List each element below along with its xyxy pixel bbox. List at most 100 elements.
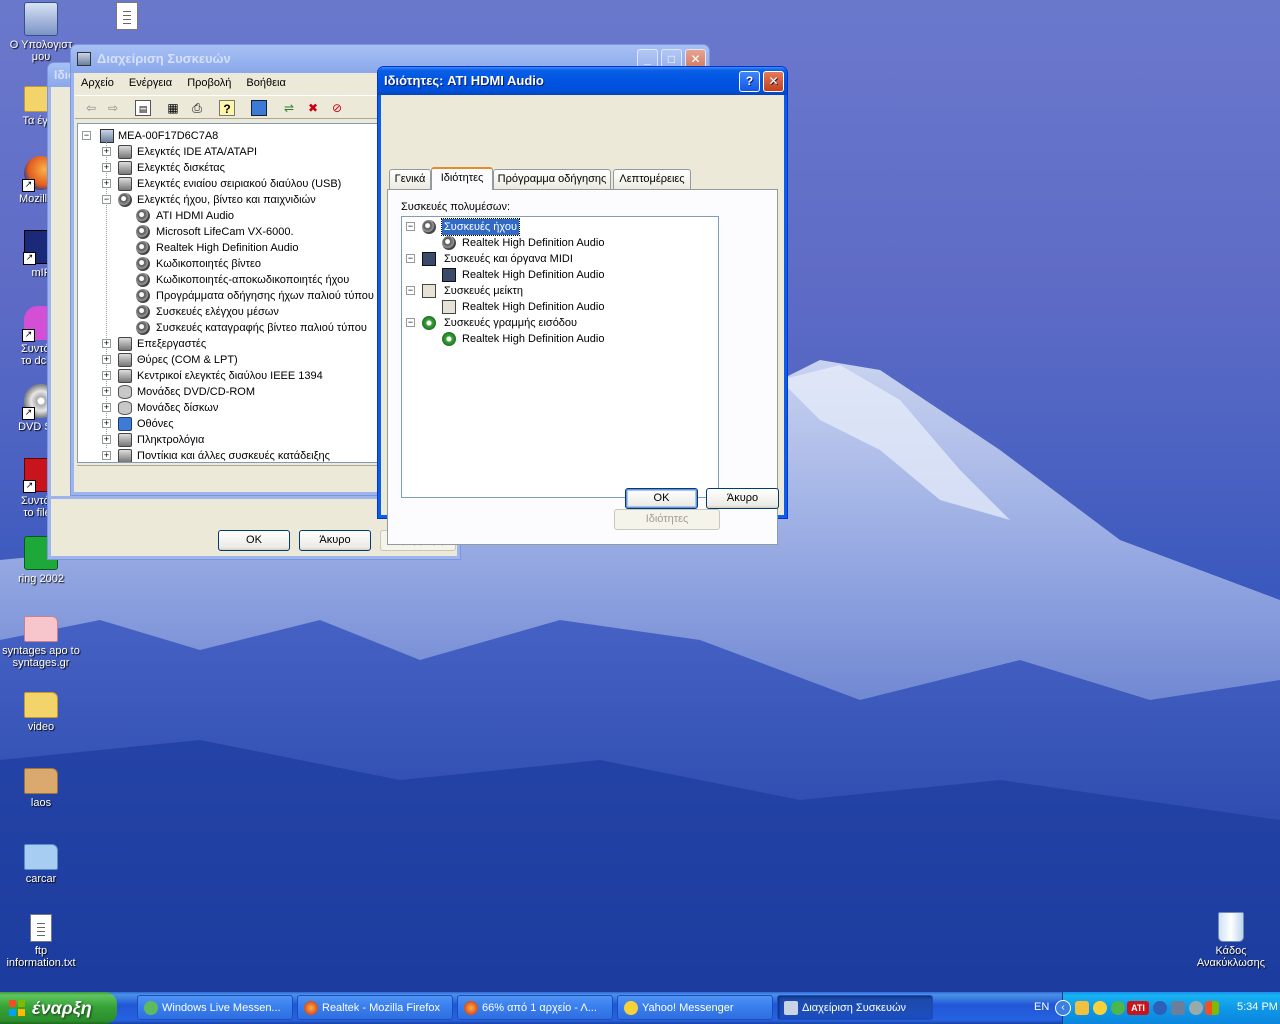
device-category-icon	[118, 161, 132, 175]
language-indicator[interactable]: EN	[1034, 1001, 1049, 1013]
sound-device-icon	[136, 321, 150, 335]
update-driver-icon[interactable]	[251, 100, 267, 116]
forward-arrow-icon[interactable]: ⇨	[105, 100, 121, 116]
task-device-manager[interactable]: Διαχείριση Συσκευών	[777, 995, 933, 1020]
tab-properties[interactable]: Ιδιότητες	[431, 167, 493, 190]
sound-device-icon	[136, 209, 150, 223]
print-icon[interactable]: ⎙	[189, 100, 205, 116]
task-firefox[interactable]: Realtek - Mozilla Firefox	[297, 995, 453, 1020]
help-button[interactable]: ?	[739, 71, 760, 92]
expand-icon[interactable]: +	[102, 435, 111, 444]
sound-device-icon	[136, 257, 150, 271]
device-tree[interactable]: − ΜΕΑ-00F17D6C7A8 + Ελεγκτές IDE ATA/ATAP…	[77, 123, 397, 463]
tree-category-label: Ελεγκτές ενιαίου σειριακού διαύλου (USB)	[137, 178, 342, 190]
collapse-icon[interactable]: −	[406, 254, 415, 263]
tab-driver[interactable]: Πρόγραμμα οδήγησης	[493, 169, 611, 189]
clock[interactable]: 5:34 PM	[1237, 1001, 1278, 1013]
ok-button[interactable]: OK	[625, 488, 698, 509]
desktop-icon-carcar[interactable]: carcar	[0, 840, 82, 885]
multimedia-devices-tree[interactable]: − Συσκευές ήχου Realtek High Definition Au…	[401, 216, 719, 498]
device-category-icon	[118, 177, 132, 191]
recycle-bin-icon	[1218, 912, 1244, 942]
properties-dialog[interactable]: Ιδιότητες: ATI HDMI Audio ? ✕ Γενικά Ιδι…	[377, 66, 788, 545]
show-hide-tree-icon[interactable]: ▤	[135, 100, 151, 116]
background-cancel-button[interactable]: Άκυρο	[299, 530, 371, 551]
expand-icon[interactable]: +	[102, 163, 111, 172]
task-label: Διαχείριση Συσκευών	[802, 1002, 907, 1014]
buddy-tray-icon[interactable]	[1111, 1001, 1125, 1015]
ati-tray-icon[interactable]: ATI	[1127, 1001, 1149, 1015]
device-properties-button: Ιδιότητες	[614, 509, 720, 530]
messenger-tray-icon[interactable]	[1093, 1001, 1107, 1015]
help-icon[interactable]: ?	[219, 100, 235, 116]
expand-icon[interactable]: +	[102, 451, 111, 460]
network-tray-icon[interactable]	[1075, 1001, 1089, 1015]
collapse-icon[interactable]: −	[102, 195, 111, 204]
menu-view[interactable]: Προβολή	[181, 74, 237, 92]
collapse-icon[interactable]: −	[406, 222, 415, 231]
security-tray-icon[interactable]	[1189, 1001, 1203, 1015]
tree-category-label: Οθόνες	[137, 418, 174, 430]
menu-help[interactable]: Βοήθεια	[240, 74, 291, 92]
safely-remove-tray-icon[interactable]	[1153, 1001, 1167, 1015]
tree-category-label: Ελεγκτές δισκέτας	[137, 162, 225, 174]
firefox-icon	[464, 1001, 478, 1015]
expand-icon[interactable]: +	[102, 355, 111, 364]
windows-security-tray-icon[interactable]	[1205, 1001, 1219, 1015]
expand-icon[interactable]: +	[102, 179, 111, 188]
multimedia-device-label: Realtek High Definition Audio	[462, 269, 605, 281]
task-yahoo-messenger[interactable]: Yahoo! Messenger	[617, 995, 773, 1020]
device-category-icon	[118, 449, 132, 462]
desktop-icon-label: laos	[30, 797, 52, 809]
properties-icon[interactable]: ▦	[165, 100, 181, 116]
task-label: Realtek - Mozilla Firefox	[322, 1002, 440, 1014]
expand-icon[interactable]: +	[102, 419, 111, 428]
tree-device-label: Microsoft LifeCam VX-6000.	[156, 226, 294, 238]
device-manager-title: Διαχείριση Συσκευών	[97, 51, 231, 66]
uninstall-icon[interactable]: ✖	[305, 100, 321, 116]
device-category-icon	[118, 401, 132, 415]
desktop-icon-ftp-information[interactable]: ftp information.txt	[0, 914, 82, 969]
desktop-icon-document[interactable]	[86, 2, 168, 33]
close-button[interactable]: ✕	[763, 71, 784, 92]
menu-file[interactable]: Αρχείο	[75, 74, 120, 92]
device-category-icon	[118, 385, 132, 399]
computer-icon	[24, 2, 58, 36]
expand-icon[interactable]: +	[102, 371, 111, 380]
desktop-icon-recycle-bin[interactable]: Κάδος Ανακύκλωσης	[1190, 912, 1272, 969]
task-windows-live-messenger[interactable]: Windows Live Messen...	[137, 995, 293, 1020]
scan-hardware-icon[interactable]: ⇌	[281, 100, 297, 116]
collapse-icon[interactable]: −	[406, 286, 415, 295]
sound-device-icon	[136, 305, 150, 319]
device-category-icon	[118, 353, 132, 367]
desktop-icon-syntages[interactable]: syntages apo to syntages.gr	[0, 612, 82, 669]
desktop: Ο Υπολογιστ μου Τα έγγρ Mozilla F mIF Συ…	[0, 0, 1280, 992]
monitor-tray-icon[interactable]	[1171, 1001, 1185, 1015]
device-category-icon	[118, 369, 132, 383]
start-button[interactable]: έναρξη	[0, 992, 117, 1024]
cancel-button[interactable]: Άκυρο	[706, 488, 779, 509]
expand-icon[interactable]: +	[102, 339, 111, 348]
desktop-icon-label: Κάδος Ανακύκλωσης	[1196, 945, 1266, 969]
collapse-icon[interactable]: −	[82, 131, 91, 140]
desktop-icon-video[interactable]: video	[0, 688, 82, 733]
tab-details[interactable]: Λεπτομέρειες	[613, 169, 691, 189]
expand-icon[interactable]: +	[102, 403, 111, 412]
disable-icon[interactable]: ⊘	[329, 100, 345, 116]
back-arrow-icon[interactable]: ⇦	[83, 100, 99, 116]
tree-category-label: Μονάδες δίσκων	[137, 402, 219, 414]
background-ok-button[interactable]: OK	[218, 530, 290, 551]
tab-general[interactable]: Γενικά	[389, 169, 431, 189]
menu-action[interactable]: Ενέργεια	[123, 74, 178, 92]
tree-device-label: Συσκευές ελέγχου μέσων	[156, 306, 279, 318]
tree-category-label: Θύρες (COM & LPT)	[137, 354, 238, 366]
tree-category-label: Ελεγκτές IDE ATA/ATAPI	[137, 146, 258, 158]
selected-category-label: Συσκευές ήχου	[440, 218, 521, 236]
collapse-icon[interactable]: −	[406, 318, 415, 327]
expand-icon[interactable]: +	[102, 387, 111, 396]
expand-icon[interactable]: +	[102, 147, 111, 156]
show-hidden-icons-button[interactable]: ‹	[1055, 1000, 1071, 1016]
desktop-icon-laos[interactable]: laos	[0, 764, 82, 809]
properties-titlebar[interactable]: Ιδιότητες: ATI HDMI Audio ? ✕	[378, 67, 787, 95]
task-download[interactable]: 66% από 1 αρχείο - Λ...	[457, 995, 613, 1020]
